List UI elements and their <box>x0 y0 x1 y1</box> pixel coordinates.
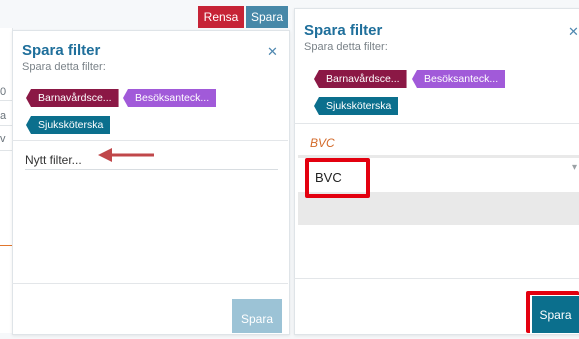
divider <box>294 123 579 124</box>
background-row-divider <box>0 100 12 101</box>
filter-tag: Sjuksköterska <box>314 97 399 115</box>
dialog-title: Spara filter <box>22 42 101 59</box>
dialog-subtitle: Spara detta filter: <box>304 41 388 53</box>
divider <box>12 283 288 284</box>
background-text-fragment: v <box>0 133 6 145</box>
arrow-annotation-icon <box>98 148 154 162</box>
filter-tag: Besöksanteck... <box>412 70 506 88</box>
filter-section-label: BVC <box>310 136 335 150</box>
close-icon[interactable]: ✕ <box>568 25 579 38</box>
filter-tag: Sjuksköterska <box>26 116 111 134</box>
filter-tag: Barnavårdsce... <box>314 70 407 88</box>
save-button-disabled[interactable]: Spara <box>232 299 282 333</box>
background-accent-line <box>0 245 12 246</box>
background-text-fragment: 0 <box>0 86 7 98</box>
background-text-fragment: a <box>0 110 7 122</box>
chevron-down-icon: ▾ <box>572 162 578 173</box>
clear-filter-button[interactable]: Rensa <box>198 6 244 28</box>
filter-tag: Barnavårdsce... <box>26 89 119 107</box>
highlight-box <box>526 291 579 333</box>
save-filter-dialog-empty <box>12 30 290 335</box>
background-row-divider <box>0 125 12 126</box>
background-row-divider <box>0 150 12 151</box>
save-filter-button[interactable]: Spara <box>246 6 288 28</box>
close-icon[interactable]: ✕ <box>267 45 278 58</box>
divider <box>12 140 288 141</box>
dialog-subtitle: Spara detta filter: <box>22 61 106 73</box>
divider <box>294 278 579 279</box>
dialog-title: Spara filter <box>304 22 383 39</box>
filter-tag: Besöksanteck... <box>123 89 217 107</box>
highlight-box <box>305 158 370 198</box>
